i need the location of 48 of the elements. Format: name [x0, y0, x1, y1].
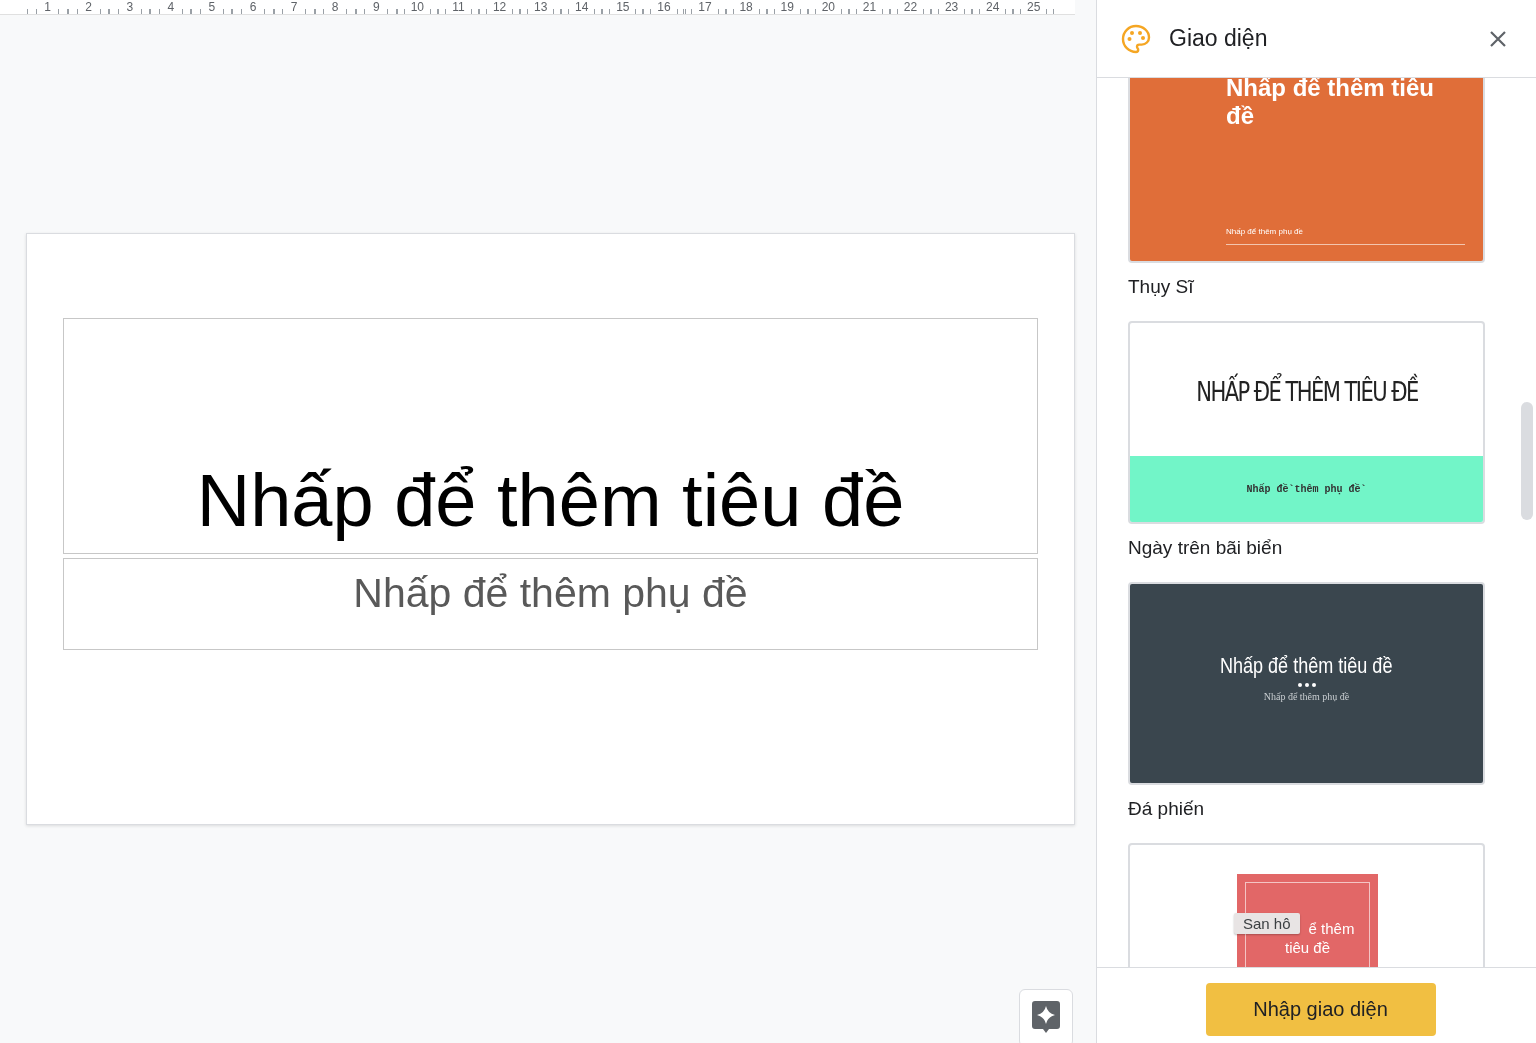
ruler-number: 18: [739, 1, 753, 14]
ruler-number: 17: [698, 1, 712, 14]
ruler-number: 4: [167, 1, 175, 14]
theme-title-text: tiêu đề: [1284, 938, 1330, 957]
ruler-number: 6: [249, 1, 257, 14]
theme-title-text: Nhấp để thêm tiêu đề: [1220, 653, 1393, 679]
theme-subtitle-text: Nhấp để thêm phụ đề: [1226, 227, 1465, 245]
title-placeholder-text: Nhấp để thêm tiêu đề: [196, 459, 905, 541]
ruler-number: 2: [85, 1, 92, 14]
ruler-number: 11: [452, 1, 465, 14]
panel-title: Giao diện: [1169, 25, 1269, 52]
ruler-number: 21: [862, 1, 877, 14]
ruler-number: 14: [575, 1, 589, 14]
theme-name: Ngày trên bãi biển: [1128, 536, 1284, 560]
ruler-number: 9: [372, 1, 380, 14]
theme-subtitle-text: Nhấp để thêm phụ đề: [1263, 691, 1350, 702]
theme-subtitle-text: Nhấp đề`thêm phụ đề`: [1246, 483, 1367, 495]
ruler-number: 12: [492, 1, 507, 14]
ruler-number: 15: [616, 1, 630, 14]
ruler-number: 22: [903, 1, 918, 14]
ruler-number: 20: [821, 1, 835, 14]
ruler-number: 23: [944, 1, 959, 14]
title-placeholder[interactable]: Nhấp để thêm tiêu đề: [63, 318, 1038, 554]
ruler-number: 16: [657, 1, 671, 14]
ruler-number: 10: [410, 1, 425, 14]
ruler-number: 7: [290, 1, 298, 14]
sparkle-icon: [1032, 1001, 1060, 1033]
ruler-number: 5: [208, 1, 216, 14]
import-theme-button[interactable]: Nhập giao diện: [1205, 983, 1436, 1036]
theme-title-text: ể thêm: [1308, 919, 1355, 938]
ruler-number: 13: [533, 1, 548, 14]
ruler-number: 25: [1027, 1, 1041, 14]
theme-name: Đá phiến: [1128, 797, 1206, 821]
explore-button[interactable]: [1019, 989, 1073, 1043]
dots-icon: [1297, 683, 1316, 687]
subtitle-placeholder[interactable]: Nhấp để thêm phụ đề: [63, 558, 1038, 650]
tooltip: San hô: [1234, 913, 1300, 934]
palette-icon: [1121, 23, 1151, 54]
scrollbar[interactable]: [1521, 402, 1533, 520]
ruler-number: 24: [986, 1, 1000, 14]
ruler-number: 8: [331, 1, 339, 14]
theme-name: Thụy Sĩ: [1128, 275, 1195, 299]
ruler-number: 3: [126, 1, 134, 14]
ruler-number: 1: [44, 1, 51, 14]
subtitle-placeholder-text: Nhấp để thêm phụ đề: [353, 571, 748, 618]
theme-card[interactable]: Nhấp để thêm tiêu đề Nhấp để thêm phụ đề: [1128, 582, 1485, 785]
ruler-number: 19: [780, 1, 794, 14]
theme-card[interactable]: NHẤP ĐỂ THÊM TIÊU ĐỀ Nhấp đề`thêm phụ đề`: [1128, 321, 1485, 524]
